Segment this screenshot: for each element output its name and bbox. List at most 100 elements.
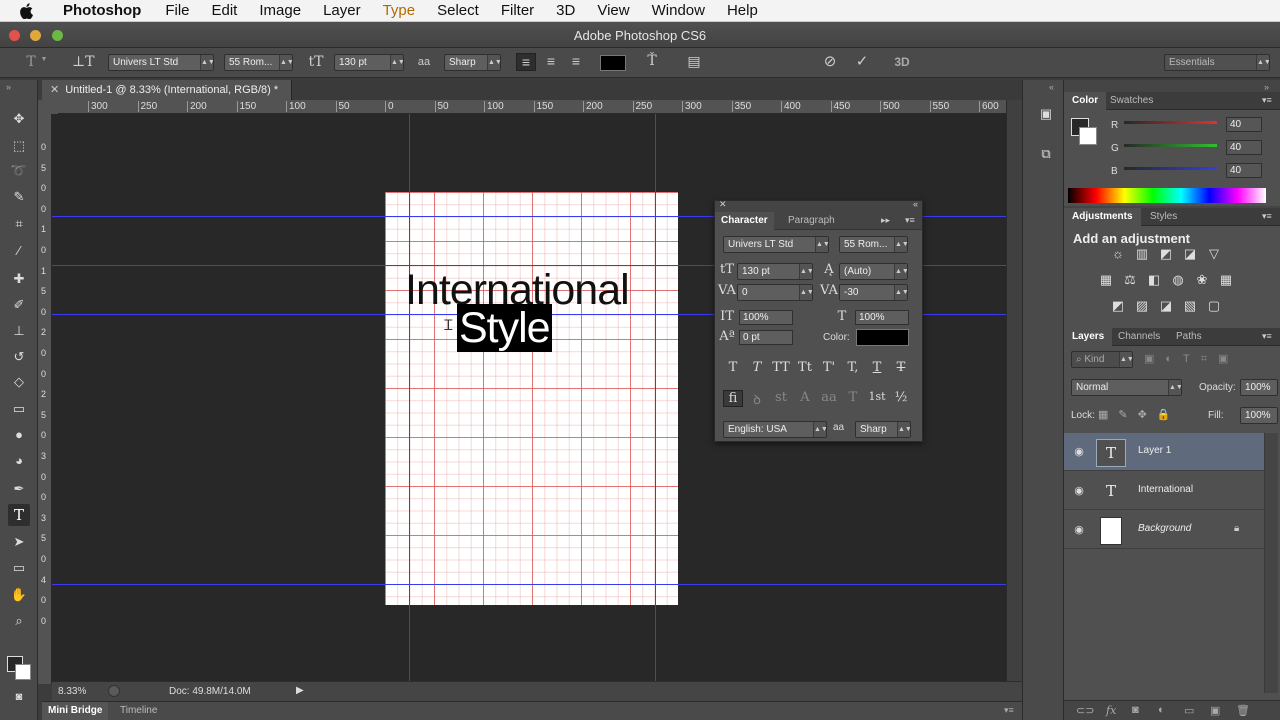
char-size-select[interactable]: 130 pt ▲▼ — [737, 263, 813, 280]
fill-field[interactable]: 100% — [1240, 407, 1278, 424]
warp-text-icon[interactable]: Ť — [642, 53, 662, 69]
link-layers-icon[interactable]: ⊂⊃ — [1076, 704, 1094, 717]
menu-filter[interactable]: Filter — [490, 0, 545, 22]
tab-paragraph[interactable]: Paragraph — [782, 212, 841, 230]
healing-brush-tool-icon[interactable]: ✚ — [8, 268, 30, 290]
photo-filter-icon[interactable]: ◍ — [1168, 272, 1188, 290]
status-menu-arrow-icon[interactable]: ▶ — [296, 685, 304, 696]
panel-menu-icon[interactable]: ▾≡ — [1262, 95, 1272, 106]
menu-edit[interactable]: Edit — [201, 0, 249, 22]
move-tool-icon[interactable]: ✥ — [8, 108, 30, 130]
eraser-tool-icon[interactable]: ◇ — [8, 371, 30, 393]
channel-mixer-icon[interactable]: ❀ — [1192, 272, 1212, 290]
add-mask-icon[interactable]: ◙ — [1132, 704, 1139, 716]
faux-bold-icon[interactable]: T — [723, 360, 743, 375]
red-slider[interactable] — [1124, 121, 1217, 124]
visibility-eye-icon[interactable]: ◉ — [1072, 523, 1086, 537]
panel-menu-icon[interactable]: ▾≡ — [905, 215, 915, 226]
lock-options-icons[interactable]: ▦✎✥🔒 — [1098, 408, 1181, 421]
path-selection-tool-icon[interactable]: ➤ — [8, 531, 30, 553]
black-white-icon[interactable]: ◧ — [1144, 272, 1164, 290]
font-style-select[interactable]: 55 Rom... ▲▼ — [224, 54, 293, 71]
char-font-style-select[interactable]: 55 Rom... ▲▼ — [839, 236, 908, 253]
blue-field[interactable]: 40 — [1226, 163, 1262, 178]
menu-file[interactable]: File — [154, 0, 200, 22]
posterize-icon[interactable]: ▨ — [1132, 298, 1152, 316]
green-field[interactable]: 40 — [1226, 140, 1262, 155]
titling-alternates-icon[interactable]: aa — [819, 390, 839, 405]
expand-arrows-icon[interactable]: « — [1049, 82, 1054, 92]
green-slider[interactable] — [1124, 144, 1217, 147]
character-panel-header[interactable]: ✕ « — [715, 199, 922, 212]
align-right-icon[interactable]: ≡ — [566, 53, 586, 69]
panel-menu-icon[interactable]: ▾≡ — [1262, 331, 1272, 342]
rectangle-tool-icon[interactable]: ▭ — [8, 557, 30, 579]
history-brush-tool-icon[interactable]: ↺ — [8, 346, 30, 368]
type-tool-icon[interactable]: T — [8, 504, 30, 526]
char-font-family-select[interactable]: Univers LT Std ▲▼ — [723, 236, 829, 253]
new-adjustment-icon[interactable]: ◐ — [1158, 704, 1165, 716]
type-tool-preset-icon[interactable]: T — [22, 54, 40, 70]
layer-name[interactable]: Layer 1 — [1138, 445, 1171, 456]
menu-layer[interactable]: Layer — [312, 0, 372, 22]
guide-vertical[interactable] — [409, 114, 410, 684]
align-center-icon[interactable]: ≡ — [541, 53, 561, 69]
char-kerning-select[interactable]: 0 ▲▼ — [737, 284, 813, 301]
stylistic-alternates-icon[interactable]: A — [795, 390, 815, 405]
opacity-field[interactable]: 100% — [1240, 379, 1278, 396]
char-baseline-field[interactable]: 0 pt — [739, 330, 793, 345]
menu-view[interactable]: View — [586, 0, 640, 22]
guide-horizontal[interactable] — [52, 584, 1006, 585]
brightness-contrast-icon[interactable]: ☼ — [1108, 246, 1128, 264]
char-language-select[interactable]: English: USA ▲▼ — [723, 421, 827, 438]
toggle-text-orientation-icon[interactable]: ⊥T — [72, 54, 95, 70]
ornaments-icon[interactable]: T — [843, 390, 863, 405]
ordinals-icon[interactable]: 1st — [867, 390, 887, 403]
color-lookup-icon[interactable]: ▦ — [1216, 272, 1236, 290]
color-ramp[interactable] — [1068, 188, 1266, 203]
swash-icon[interactable]: st — [771, 390, 791, 405]
ruler-origin[interactable] — [38, 100, 58, 114]
char-color-swatch[interactable] — [856, 329, 909, 346]
properties-panel-icon[interactable]: ⧉ — [1035, 146, 1057, 166]
color-balance-icon[interactable]: ⚖ — [1120, 272, 1140, 290]
lasso-tool-icon[interactable]: ➰ — [8, 160, 30, 182]
collapse-dock-icon[interactable]: » — [1264, 82, 1269, 92]
layer-name[interactable]: International — [1138, 484, 1193, 495]
apple-icon[interactable] — [20, 2, 38, 20]
gradient-map-icon[interactable]: ▧ — [1180, 298, 1200, 316]
menu-type[interactable]: Type — [372, 0, 427, 22]
levels-icon[interactable]: ▥ — [1132, 246, 1152, 264]
tab-timeline[interactable]: Timeline — [114, 702, 163, 720]
background-color-swatch[interactable] — [15, 664, 31, 680]
threshold-icon[interactable]: ◪ — [1156, 298, 1176, 316]
font-size-select[interactable]: 130 pt ▲▼ — [334, 54, 404, 71]
clone-stamp-tool-icon[interactable]: ⊥ — [8, 320, 30, 342]
commit-edits-icon[interactable]: ✓ — [852, 52, 872, 70]
blend-mode-select[interactable]: Normal ▲▼ — [1071, 379, 1182, 396]
char-tracking-select[interactable]: -30 ▲▼ — [839, 284, 908, 301]
strikethrough-icon[interactable]: T — [891, 360, 911, 375]
align-left-icon[interactable]: ≡ — [516, 53, 536, 71]
blue-slider[interactable] — [1124, 167, 1217, 170]
char-antialias-select[interactable]: Sharp ▲▼ — [855, 421, 911, 438]
tab-paths[interactable]: Paths — [1168, 328, 1210, 346]
old-style-icon[interactable]: ꝺ — [747, 390, 767, 408]
delete-layer-icon[interactable]: 🗑︎ — [1236, 704, 1250, 717]
panel-menu-icon[interactable]: ▾≡ — [1262, 211, 1272, 222]
small-caps-icon[interactable]: Tt — [795, 360, 815, 375]
bg-color-swatch[interactable] — [1079, 127, 1097, 145]
cancel-edits-icon[interactable]: ⊘ — [820, 52, 840, 70]
hue-saturation-icon[interactable]: ▦ — [1096, 272, 1116, 290]
menu-window[interactable]: Window — [641, 0, 716, 22]
menu-3d[interactable]: 3D — [545, 0, 586, 22]
red-field[interactable]: 40 — [1226, 117, 1262, 132]
antialias-select[interactable]: Sharp ▲▼ — [444, 54, 501, 71]
document-tab[interactable]: ✕ Untitled-1 @ 8.33% (International, RGB/… — [42, 80, 292, 100]
subscript-icon[interactable]: T, — [843, 360, 863, 375]
dodge-tool-icon[interactable]: ◕ — [8, 450, 30, 472]
visibility-eye-icon[interactable]: ◉ — [1072, 484, 1086, 498]
close-panel-icon[interactable]: ✕ — [719, 199, 727, 210]
tab-character[interactable]: Character — [715, 212, 774, 230]
char-horizontal-scale-field[interactable]: 100% — [855, 310, 909, 325]
